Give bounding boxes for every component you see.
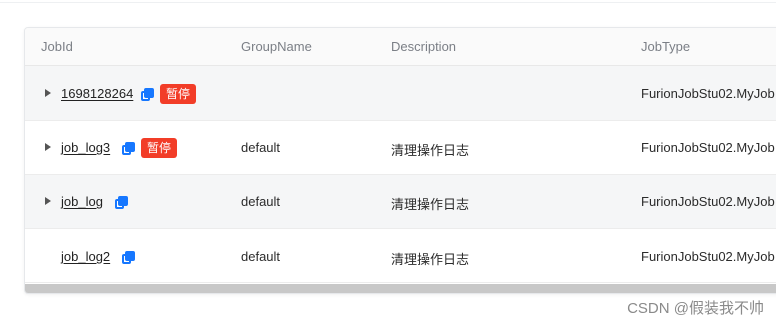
table-row[interactable]: job_log default 清理操作日志 FurionJobStu02.My… xyxy=(25,175,776,229)
table-row[interactable]: job_log3 暂停 default 清理操作日志 FurionJobStu0… xyxy=(25,121,776,175)
job-id-link[interactable]: 1698128264 xyxy=(61,86,133,101)
jobtype-cell: FurionJobStu02.MyJob xyxy=(641,249,775,264)
table-row[interactable]: 1698128264 暂停 FurionJobStu02.MyJob xyxy=(25,66,776,121)
job-id-link[interactable]: job_log2 xyxy=(61,249,110,264)
caret-right-icon[interactable] xyxy=(45,89,51,97)
table-row[interactable]: job_log2 default 清理操作日志 FurionJobStu02.M… xyxy=(25,229,776,283)
jobtype-cell: FurionJobStu02.MyJob xyxy=(641,86,775,101)
job-table: JobId GroupName Description JobType 1698… xyxy=(24,27,776,294)
copy-icon[interactable] xyxy=(141,88,154,101)
horizontal-scrollbar[interactable] xyxy=(25,284,776,293)
status-badge: 暂停 xyxy=(160,84,197,104)
description-cell: 清理操作日志 xyxy=(391,197,470,212)
copy-icon[interactable] xyxy=(122,251,135,264)
group-cell: default xyxy=(241,140,281,155)
caret-right-icon[interactable] xyxy=(45,197,51,205)
job-id-link[interactable]: job_log xyxy=(61,194,103,209)
copy-icon[interactable] xyxy=(115,196,128,209)
group-cell: default xyxy=(241,249,281,264)
column-header-groupname[interactable]: GroupName xyxy=(241,39,312,54)
job-id-link[interactable]: job_log3 xyxy=(61,140,110,155)
column-header-jobid[interactable]: JobId xyxy=(41,39,73,54)
watermark: CSDN @假装我不帅 xyxy=(627,300,764,317)
group-cell: default xyxy=(241,194,281,209)
description-cell: 清理操作日志 xyxy=(391,252,470,267)
column-header-jobtype[interactable]: JobType xyxy=(641,39,690,54)
status-badge: 暂停 xyxy=(141,138,178,158)
caret-right-icon[interactable] xyxy=(45,143,51,151)
top-divider xyxy=(0,2,776,3)
jobtype-cell: FurionJobStu02.MyJob xyxy=(641,140,775,155)
column-header-description[interactable]: Description xyxy=(391,39,456,54)
table-header: JobId GroupName Description JobType xyxy=(25,28,776,66)
description-cell: 清理操作日志 xyxy=(391,143,470,158)
copy-icon[interactable] xyxy=(122,142,135,155)
jobtype-cell: FurionJobStu02.MyJob xyxy=(641,194,775,209)
